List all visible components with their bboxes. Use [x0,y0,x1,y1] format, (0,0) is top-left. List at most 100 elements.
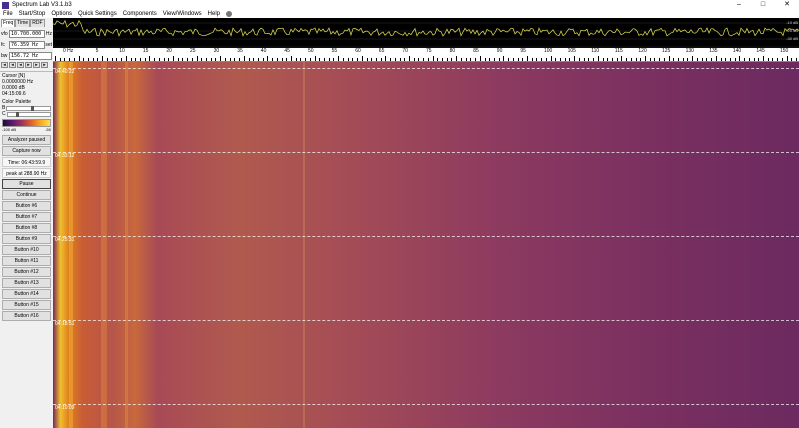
custom-button[interactable]: Button #14 [2,289,51,299]
bw-input[interactable]: 156.72 Hz [9,51,52,60]
fc-input[interactable]: 76.359 Hz [9,40,45,49]
continue-button[interactable]: Continue [2,190,51,200]
scale-tick [659,58,661,61]
custom-button[interactable]: Button #6 [2,201,51,211]
scale-tick [668,56,670,61]
scale-tick-label: 125 [662,48,671,54]
close-icon[interactable]: ✕ [775,0,799,10]
scale-tick [649,58,651,61]
scale-tick [715,56,717,61]
scale-tick [663,58,665,61]
custom-button[interactable]: Button #10 [2,245,51,255]
scale-tick [527,56,528,61]
scale-tick-label: 10 [119,48,125,54]
arrow-right-icon[interactable]: ► [25,62,32,68]
scale-tick [59,58,61,61]
scale-tick-label: 95 [520,48,526,54]
menu-help[interactable]: Help [208,11,220,17]
scale-tick [380,58,382,61]
capture-now-button[interactable]: Capture now [2,146,51,156]
scale-tick [69,58,71,61]
cursor-info: Cursor [N] 0.0000000 Hz 0.0000 dB 04:15:… [0,71,53,98]
scale-tick [262,58,264,61]
scale-tick [451,58,453,61]
waterfall-timestamp: 04:40:22 [55,69,75,75]
cursor-time: 04:15:09.6 [2,91,26,97]
scale-tick [163,58,165,61]
tab-freq[interactable]: Freq [1,19,16,27]
scale-tick-label: 55 [331,48,338,54]
app-icon [2,1,9,9]
vfo-input[interactable]: 10.700.000 [9,29,45,38]
scale-tick [512,58,514,61]
scale-tick [182,58,184,61]
custom-button[interactable]: Button #12 [2,267,51,277]
scale-tick [739,56,741,61]
minimize-icon[interactable]: – [727,0,751,10]
title-bar: Spectrum Lab V3.1.b3 – □ ✕ [0,0,799,10]
signal-band [125,62,128,428]
bw-label: bw [1,52,8,59]
custom-button[interactable]: Button #7 [2,212,51,222]
scale-tick [125,56,127,61]
set-button[interactable]: set [45,42,52,48]
scale-tick [602,58,604,61]
scale-tick [574,56,576,61]
scale-tick [413,58,415,61]
scale-tick [678,58,680,61]
tab-rdf[interactable]: RDF [30,19,45,27]
scale-tick [711,58,713,61]
spectrum-display[interactable]: -10 dB -20 dB -30 dB [52,18,799,48]
arrow-right-icon[interactable]: ► [41,62,48,68]
menu-file[interactable]: File [3,11,13,17]
scale-tick [375,58,377,61]
custom-button[interactable]: Button #9 [2,234,51,244]
frequency-scale[interactable]: 0 Hz 5 10 15 20 25 30 35 40 45 50 55 60 65 70 75 80 85 90 9… [53,48,799,62]
tab-time[interactable]: Time [15,19,31,27]
menu-quick-settings[interactable]: Quick Settings [78,11,117,17]
brightness-slider[interactable] [6,106,51,111]
palette-max-label: -50 [45,127,51,132]
scale-tick [470,58,472,61]
custom-button[interactable]: Button #8 [2,223,51,233]
arrow-right-icon[interactable]: ► [33,62,40,68]
scale-tick [394,58,396,61]
spectrum-trace [52,19,799,48]
menu-components[interactable]: Components [123,11,157,17]
contrast-slider[interactable] [6,112,51,117]
menu-options[interactable]: Options [51,11,72,17]
scale-tick [781,58,783,61]
scale-tick [390,58,392,61]
arrow-left-icon[interactable]: ◄ [9,62,16,68]
db-label: -10 dB [786,20,798,25]
scale-tick [144,58,146,61]
scale-tick [173,56,174,61]
menu-view-windows[interactable]: View/Windows [163,11,202,17]
scale-tick [734,58,736,61]
scale-tick-label: 30 [213,48,220,54]
scale-tick [725,58,727,61]
custom-button[interactable]: Button #15 [2,300,51,310]
palette-gradient[interactable] [2,119,51,127]
scale-tick [97,58,99,61]
custom-button[interactable]: Button #13 [2,278,51,288]
waterfall-display[interactable]: 04:40:22 04:33:12 04:25:31 04:18:51 04:10:09 [53,62,799,428]
pause-button[interactable]: Pause [2,179,51,189]
arrow-left-icon[interactable]: ◄ [17,62,24,68]
peak-display: peak at 288.90 Hz [2,168,51,178]
custom-button[interactable]: Button #11 [2,256,51,266]
scroll-arrows: ◄ ◄ ◄ ► ► ► [0,60,53,70]
scale-tick [130,58,132,61]
vfo-label: vfo [1,30,8,37]
scale-tick [281,58,283,61]
analyzer-paused-button[interactable]: Analyzer paused [2,135,51,145]
maximize-icon[interactable]: □ [751,0,775,10]
custom-button[interactable]: Button #16 [2,311,51,321]
menu-start-stop[interactable]: Start/Stop [19,11,46,17]
scale-tick [763,56,764,61]
record-icon[interactable] [226,11,233,17]
scale-tick [748,58,750,61]
arrow-left-icon[interactable]: ◄ [1,62,8,68]
scale-tick [210,58,212,61]
scale-tick-label: 105 [567,48,576,54]
